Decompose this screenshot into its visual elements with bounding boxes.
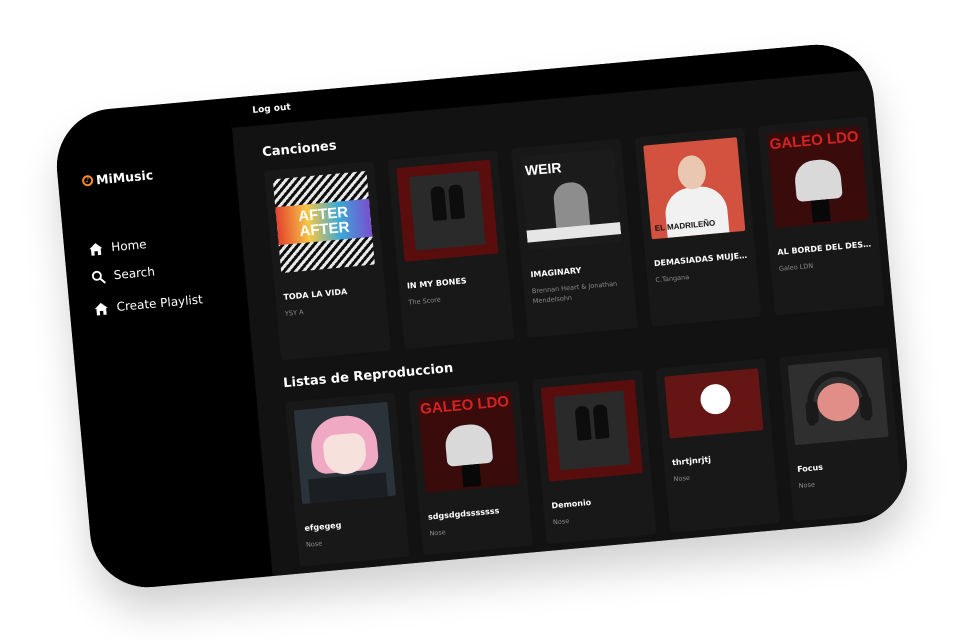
playlist-cover [540, 379, 643, 482]
song-card[interactable]: WEIR IMAGINARY Brennan Heart & Jonathan … [510, 138, 638, 338]
playlist-card[interactable]: Focus Nose [778, 347, 904, 522]
app-logo[interactable]: ♪ MiMusic [81, 167, 154, 188]
songs-row: AFTER AFTER TODA LA VIDA YSY A IN MY BON… [263, 116, 885, 361]
album-cover [396, 159, 499, 262]
sidebar-item-label: Create Playlist [116, 292, 204, 315]
playlist-owner: Nose [798, 480, 816, 490]
song-title: IN MY BONES [406, 276, 467, 291]
cover-text: GALEO LDO [768, 128, 860, 154]
playlist-owner: Nose [305, 539, 323, 549]
album-cover: WEIR [519, 148, 622, 251]
song-artist: Galeo LDN [778, 261, 814, 273]
playlist-card[interactable]: thrtjnrjtj Nose [655, 358, 780, 533]
playlist-title: sdgsdgdsssssss [427, 506, 500, 522]
song-title: TODA LA VIDA [283, 287, 348, 302]
search-icon [91, 270, 106, 283]
sidebar-item-create-playlist[interactable]: Create Playlist [93, 289, 204, 319]
cover-text: GALEO LDO [419, 392, 510, 418]
playlist-title: thrtjnrjtj [671, 454, 712, 468]
song-title: IMAGINARY [530, 265, 582, 280]
playlist-cover: GALEO LDO [417, 390, 520, 493]
playlist-owner: Nose [552, 516, 570, 527]
section-title-songs: Canciones [261, 138, 338, 161]
song-card[interactable]: AFTER AFTER TODA LA VIDA YSY A [263, 161, 391, 361]
home-icon [94, 302, 108, 315]
album-cover: AFTER AFTER [272, 170, 375, 274]
sidebar-item-search[interactable]: Search [90, 257, 201, 287]
playlist-cover [787, 356, 889, 446]
app-name: MiMusic [95, 167, 154, 188]
playlist-owner: Nose [673, 473, 691, 484]
music-note-icon: ♪ [81, 174, 94, 187]
playlist-cover [293, 401, 396, 505]
playlist-owner: Nose [429, 528, 447, 538]
cover-text: WEIR [524, 159, 563, 179]
sidebar-item-home[interactable]: Home [87, 230, 198, 260]
song-title: DEMASIADAS MUJE... [653, 250, 748, 269]
app-window: ♪ MiMusic Home Search Create Playlist Lo… [51, 39, 913, 593]
playlist-title: Focus [796, 462, 824, 475]
song-artist: C.Tangana [655, 273, 690, 285]
home-icon [89, 242, 103, 256]
album-cover: GALEO LDO [766, 125, 869, 229]
playlist-title: Demonio [551, 497, 592, 511]
playlist-title: efgegeg [304, 520, 342, 533]
playlist-card[interactable]: Demonio Nose [531, 369, 657, 545]
playlist-card[interactable]: efgegeg Nose [285, 392, 410, 567]
song-artist: YSY A [284, 308, 304, 318]
song-card[interactable]: EL MADRILEÑO DEMASIADAS MUJE... C.Tangan… [634, 127, 762, 327]
song-card[interactable]: IN MY BONES The Score [387, 149, 515, 350]
playlist-cover [664, 368, 764, 439]
album-cover: EL MADRILEÑO [643, 137, 746, 240]
song-artist: The Score [408, 295, 442, 307]
playlist-card[interactable]: GALEO LDO sdgsdgdsssssss Nose [408, 381, 533, 556]
section-title-playlists: Listas de Reproduccion [282, 360, 454, 392]
sidebar-item-label: Search [113, 264, 156, 283]
logout-button[interactable]: Log out [252, 102, 291, 115]
song-title: AL BORDE DEL DES... [777, 239, 872, 257]
song-artist: Brennan Heart & Jonathan Mendelsohn [531, 279, 618, 306]
sidebar-item-label: Home [110, 237, 148, 255]
sidebar-nav: Home Search Create Playlist [87, 230, 204, 328]
top-bar: Log out [229, 39, 872, 128]
main-content: Log out Canciones AFTER AFTER TODA LA VI… [229, 39, 913, 577]
song-card[interactable]: GALEO LDO AL BORDE DEL DES... Galeo LDN [757, 116, 885, 316]
